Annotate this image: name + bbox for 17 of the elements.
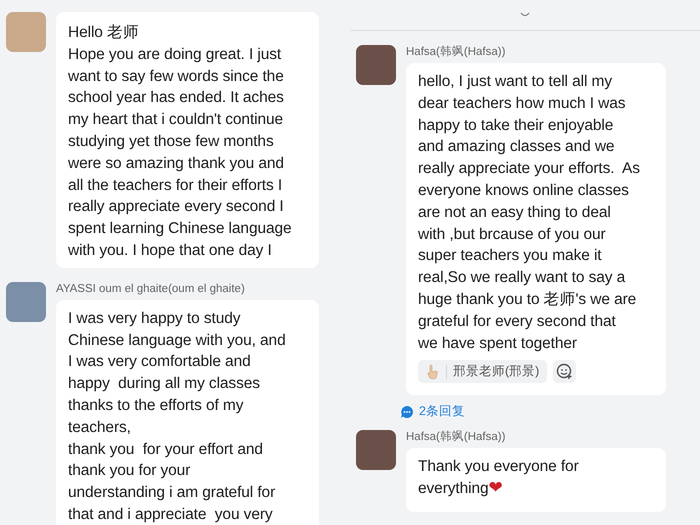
sender-name: AYASSI oum el ghaite(oum el ghaite) bbox=[56, 282, 246, 296]
message-text: Thank you everyone for everything❤ bbox=[418, 457, 579, 500]
avatar-photo[interactable] bbox=[6, 282, 46, 322]
hand-icon bbox=[426, 364, 440, 380]
avatar-photo[interactable] bbox=[356, 45, 396, 85]
add-reaction-button[interactable] bbox=[553, 360, 576, 384]
avatar-photo[interactable] bbox=[356, 430, 396, 470]
reaction-chip[interactable]: 邢景老师(邢景) bbox=[418, 360, 548, 384]
replies-link[interactable]: 2条回复 bbox=[400, 403, 465, 420]
sender-name: Hafsa(韩飒(Hafsa)) bbox=[406, 45, 506, 59]
message-text: I was very happy to study Chinese language with you, and I was very comfortable and happy during all my classes thanks to the efforts of my teachers, thank you for your effort and thank you for your understanding i am grateful for that and i appreciate you very bbox=[68, 308, 286, 525]
chevron-icon[interactable] bbox=[520, 12, 530, 18]
message-text: hello, I just want to tell all my dear teachers how much I was happy to take their enjoyable and amazing classes and we really appreciate your efforts. As everyone knows online classes are not an easy thing to deal with ,but brcause of you our super teachers you make it real,So we really want to say a huge thank you to 老师's we are grateful for every second that we have spent together bbox=[418, 72, 640, 354]
chat-bubble-icon bbox=[400, 404, 414, 419]
smiley-plus-icon bbox=[556, 363, 574, 380]
sender-name: Hafsa(韩飒(Hafsa)) bbox=[406, 430, 506, 444]
message-text: Hello 老师 Hope you are doing great. I just want to say few words since the school year has ended. It aches my heart that i couldn't continue studying yet those few months were so amazing thank you and all the teachers for their efforts I really appreciate every second I spent learning Chinese language with you. I hope that one day I bbox=[68, 23, 292, 261]
